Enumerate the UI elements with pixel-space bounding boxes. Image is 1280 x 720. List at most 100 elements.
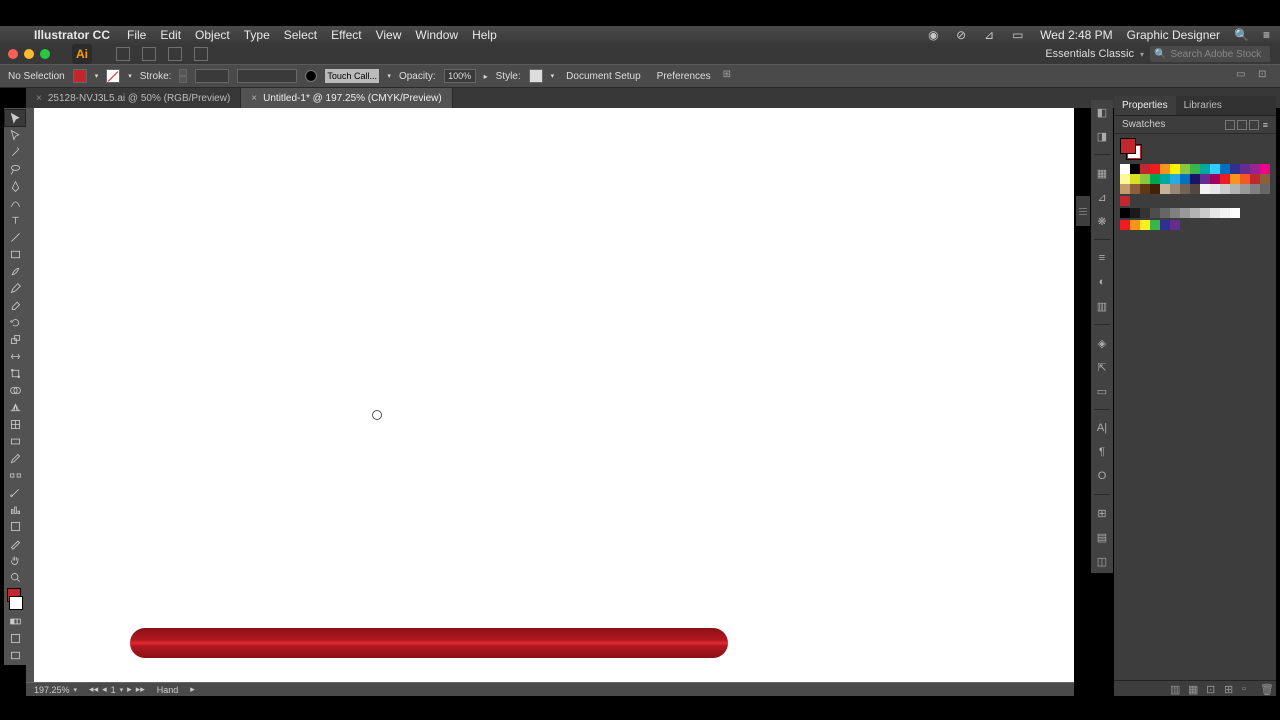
eyedropper-tool[interactable] — [5, 450, 25, 466]
document-tab[interactable]: × 25128-NVJ3L5.ai @ 50% (RGB/Preview) — [26, 88, 241, 108]
swatch[interactable] — [1170, 184, 1180, 194]
gpu-preview-icon[interactable] — [194, 47, 208, 61]
screen-mode-normal[interactable] — [5, 630, 25, 646]
swatch[interactable] — [1120, 196, 1130, 206]
lasso-tool[interactable] — [5, 161, 25, 177]
close-tab-icon[interactable]: × — [36, 93, 42, 104]
selection-tool[interactable] — [5, 110, 25, 126]
width-tool[interactable] — [5, 348, 25, 364]
stroke-swatch[interactable] — [106, 69, 120, 83]
opacity-value[interactable]: 100% — [444, 69, 476, 83]
isolation-mode-icon[interactable]: ⊡ — [1258, 69, 1272, 83]
swatch[interactable] — [1180, 174, 1190, 184]
swatch[interactable] — [1160, 220, 1170, 230]
asset-export-icon[interactable]: ⇱ — [1094, 359, 1110, 375]
menu-edit[interactable]: Edit — [160, 28, 181, 42]
change-screen-mode[interactable] — [5, 647, 25, 663]
menu-view[interactable]: View — [376, 28, 402, 42]
swatch[interactable] — [1220, 164, 1230, 174]
menu-type[interactable]: Type — [244, 28, 270, 42]
var-width-profile[interactable] — [237, 69, 297, 83]
artboard[interactable] — [34, 108, 1074, 682]
arrange-documents-icon[interactable] — [116, 47, 130, 61]
swatches-panel-icon[interactable]: ▦ — [1094, 165, 1110, 181]
direct-selection-tool[interactable] — [5, 127, 25, 143]
swatch[interactable] — [1190, 164, 1200, 174]
swatch[interactable] — [1250, 174, 1260, 184]
bridge-icon[interactable] — [168, 47, 182, 61]
swatch-view-list-icon[interactable] — [1225, 120, 1235, 130]
color-guide-icon[interactable]: ◨ — [1094, 128, 1110, 144]
stroke-color[interactable] — [9, 596, 23, 610]
swatch[interactable] — [1180, 184, 1190, 194]
align-panel-icon[interactable]: ▤ — [1094, 529, 1110, 545]
shape-builder-tool[interactable] — [5, 382, 25, 398]
opacity-arrow-icon[interactable]: ▸ — [484, 72, 488, 81]
perspective-grid-tool[interactable] — [5, 399, 25, 415]
swatch[interactable] — [1150, 220, 1160, 230]
screen-mode-icon[interactable] — [142, 47, 156, 61]
rotate-tool[interactable] — [5, 314, 25, 330]
menu-file[interactable]: File — [127, 28, 146, 42]
column-graph-tool[interactable] — [5, 501, 25, 517]
swatch[interactable] — [1210, 184, 1220, 194]
swatch[interactable] — [1190, 174, 1200, 184]
swatch[interactable] — [1240, 184, 1250, 194]
swatch[interactable] — [1210, 174, 1220, 184]
swatch[interactable] — [1240, 174, 1250, 184]
swatch[interactable] — [1120, 184, 1130, 194]
panel-menu-icon[interactable]: ≡ — [1263, 120, 1268, 130]
spotlight-icon[interactable]: 🔍 — [1234, 28, 1249, 42]
curvature-tool[interactable] — [5, 195, 25, 211]
swatch[interactable] — [1120, 174, 1130, 184]
swatch-libraries-icon[interactable]: ▥ — [1170, 683, 1182, 695]
chevron-down-icon[interactable]: ▾ — [1140, 50, 1144, 59]
search-adobe-stock[interactable]: 🔍 Search Adobe Stock — [1150, 46, 1270, 62]
eraser-tool[interactable] — [5, 297, 25, 313]
swatch[interactable] — [1230, 208, 1240, 218]
swatch[interactable] — [1120, 164, 1130, 174]
swatch[interactable] — [1150, 164, 1160, 174]
window-zoom[interactable] — [40, 49, 50, 59]
swatch[interactable] — [1160, 174, 1170, 184]
swatch[interactable] — [1130, 208, 1140, 218]
layers-panel-icon[interactable]: ◈ — [1094, 335, 1110, 351]
swatch[interactable] — [1240, 164, 1250, 174]
type-tool[interactable] — [5, 212, 25, 228]
swatch[interactable] — [1180, 208, 1190, 218]
artboard-tool[interactable] — [5, 518, 25, 534]
document-tab[interactable]: × Untitled-1* @ 197.25% (CMYK/Preview) — [241, 88, 452, 108]
swatch[interactable] — [1230, 164, 1240, 174]
delete-swatch-icon[interactable]: 🗑 — [1260, 683, 1272, 695]
window-close[interactable] — [8, 49, 18, 59]
swatch[interactable] — [1160, 164, 1170, 174]
chevron-down-icon[interactable]: ▾ — [128, 72, 132, 80]
align-to-icon[interactable]: ⊞ — [723, 69, 737, 83]
panel-collapse-handle[interactable] — [1076, 196, 1090, 226]
current-fill-stroke[interactable] — [1120, 138, 1142, 160]
swatch[interactable] — [1200, 184, 1210, 194]
menu-help[interactable]: Help — [472, 28, 497, 42]
swatch[interactable] — [1220, 174, 1230, 184]
swatch[interactable] — [1160, 208, 1170, 218]
swatch[interactable] — [1200, 164, 1210, 174]
swatch[interactable] — [1200, 174, 1210, 184]
transparency-panel-icon[interactable]: ▥ — [1094, 298, 1110, 314]
pen-tool[interactable] — [5, 178, 25, 194]
swatch[interactable] — [1130, 164, 1140, 174]
swatch-view-large-icon[interactable] — [1249, 120, 1259, 130]
line-segment-tool[interactable] — [5, 229, 25, 245]
workspace-name[interactable]: Essentials Classic — [1045, 48, 1134, 60]
tab-libraries[interactable]: Libraries — [1176, 96, 1230, 115]
swatch[interactable] — [1150, 174, 1160, 184]
swatch[interactable] — [1260, 184, 1270, 194]
swatch[interactable] — [1220, 184, 1230, 194]
app-name[interactable]: Illustrator CC — [34, 28, 110, 42]
swatch[interactable] — [1170, 174, 1180, 184]
swatch[interactable] — [1210, 164, 1220, 174]
brush-definition[interactable] — [305, 70, 317, 82]
chevron-down-icon[interactable]: ▾ — [387, 72, 391, 80]
pathfinder-panel-icon[interactable]: ◫ — [1094, 553, 1110, 569]
opentype-panel-icon[interactable]: O — [1094, 468, 1110, 484]
status-arrow-icon[interactable]: ▸ — [190, 684, 195, 695]
